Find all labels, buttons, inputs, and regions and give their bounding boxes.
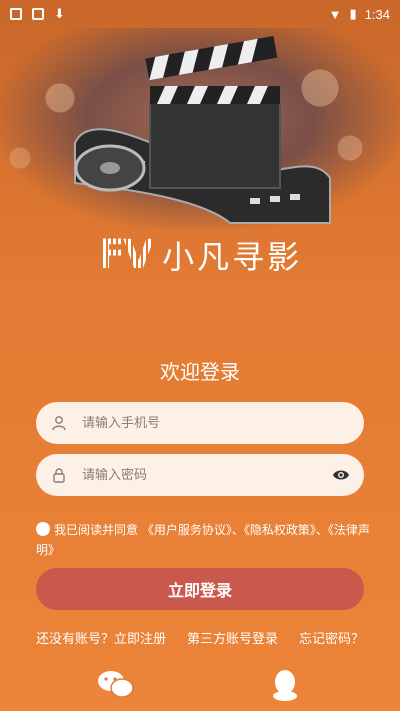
privacy-policy-link[interactable]: 《隐私权政策》 [244, 523, 316, 537]
bottom-links: 还没有账号？立即注册 第三方账号登录 忘记密码？ [36, 628, 364, 647]
password-field[interactable] [36, 454, 364, 496]
status-time: 1:34 [364, 6, 390, 22]
logo-mark: FV [97, 232, 154, 278]
separator: 、 [231, 523, 244, 537]
phone-input[interactable] [82, 415, 350, 431]
app-logo: FV 小凡寻影 [0, 232, 400, 278]
hero-banner [0, 28, 400, 228]
eye-icon[interactable] [332, 466, 350, 484]
welcome-title: 欢迎登录 [160, 360, 240, 384]
phone-field[interactable] [36, 402, 364, 444]
wechat-icon[interactable] [96, 668, 136, 704]
lock-icon [50, 466, 68, 484]
login-button[interactable]: 立即登录 [36, 568, 364, 610]
third-party-label: 第三方账号登录 [186, 632, 278, 647]
status-left: ⬇ [10, 6, 65, 22]
status-bar: ⬇ ▼ ▮ 1:34 [0, 0, 400, 28]
user-agreement-link[interactable]: 《用户服务协议》 [142, 523, 232, 537]
battery-icon: ▮ [349, 6, 357, 21]
wifi-icon: ▼ [328, 6, 342, 22]
password-input[interactable] [82, 467, 318, 483]
agree-radio[interactable] [36, 522, 50, 536]
clapperboard-film-illustration [74, 36, 331, 224]
agreement-prefix: 我已阅读并同意 [54, 523, 139, 537]
register-link[interactable]: 还没有账号？立即注册 [36, 628, 166, 647]
notification-icon [10, 8, 22, 20]
third-party-login [0, 668, 400, 704]
qr-icon [32, 8, 44, 20]
status-right: ▼ ▮ 1:34 [329, 6, 390, 22]
forgot-password-link[interactable]: 忘记密码？ [299, 628, 364, 647]
download-icon: ⬇ [54, 6, 65, 21]
user-icon [50, 414, 68, 432]
separator: 、 [315, 523, 328, 537]
qq-icon[interactable] [270, 668, 300, 706]
agreement-row: 我已阅读并同意 《用户服务协议》、《隐私权政策》、《法律声明》 [36, 520, 376, 560]
app-name: 小凡寻影 [162, 238, 303, 276]
